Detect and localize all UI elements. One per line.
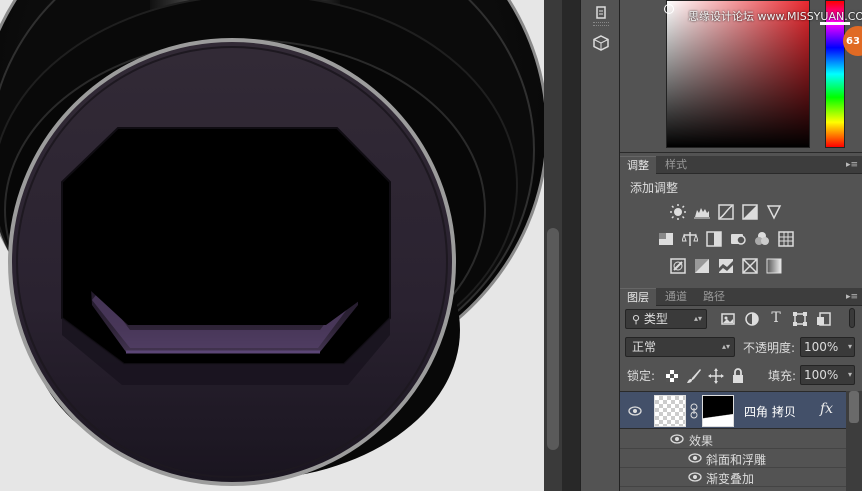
visibility-eye-icon[interactable] <box>628 406 642 416</box>
effects-label: 效果 <box>689 434 714 448</box>
selective-color-icon[interactable] <box>742 258 758 274</box>
layer-name[interactable]: 四角 拷贝 <box>744 403 796 420</box>
chevron-down-icon: ▾ <box>847 342 852 351</box>
invert-icon[interactable] <box>670 258 686 274</box>
curves-icon[interactable] <box>718 204 734 220</box>
tab-layers[interactable]: 图层 <box>620 288 656 306</box>
workspace-divider <box>562 0 580 491</box>
filter-kind-dropdown[interactable]: ⚲ 类型 ▴▾ <box>625 309 707 329</box>
lock-move-icon[interactable] <box>708 368 724 384</box>
lock-label: 锁定: <box>627 369 656 383</box>
panel-menu-icon[interactable]: ▸≡ <box>846 291 858 303</box>
vibrance-icon[interactable] <box>766 204 782 220</box>
opacity-label: 不透明度: <box>743 341 796 355</box>
color-lookup-icon[interactable] <box>778 231 794 247</box>
lock-all-icon[interactable] <box>730 368 746 384</box>
brightness-icon[interactable] <box>670 204 686 220</box>
opacity-field[interactable]: 100% ▾ <box>800 337 855 357</box>
scrollbar-thumb[interactable] <box>547 228 559 450</box>
color-panel: 思缘设计论坛 www.MISSYUAN.COM 63 <box>620 0 862 153</box>
collapsed-panel-strip <box>580 0 620 491</box>
filter-type-icon[interactable]: T <box>768 310 784 326</box>
right-panel-dock: 思缘设计论坛 www.MISSYUAN.COM 63 调整 样式 ▸≡ 添加调整… <box>620 0 862 491</box>
lock-brush-icon[interactable] <box>686 368 702 384</box>
threshold-icon[interactable] <box>718 258 734 274</box>
chevron-down-icon: ▾ <box>847 370 852 379</box>
color-balance-icon[interactable] <box>682 231 698 247</box>
effect-row[interactable]: 渐变叠加 <box>620 468 846 487</box>
filter-pixel-icon[interactable] <box>720 311 736 327</box>
effect-gradient-overlay: 渐变叠加 <box>706 472 755 486</box>
document-canvas[interactable] <box>0 0 544 491</box>
filter-adjustment-icon[interactable] <box>744 311 760 327</box>
tab-styles[interactable]: 样式 <box>658 156 694 174</box>
tab-adjustments[interactable]: 调整 <box>620 156 656 174</box>
filter-shape-icon[interactable] <box>792 311 808 327</box>
filter-kind-value: 类型 <box>643 312 668 326</box>
canvas-vertical-scrollbar[interactable] <box>544 0 562 491</box>
cube-icon <box>593 35 609 51</box>
effects-row[interactable]: 效果 <box>620 430 846 449</box>
visibility-eye-icon[interactable] <box>670 434 684 444</box>
levels-icon[interactable] <box>694 204 710 220</box>
layer-row[interactable]: 四角 拷贝 fx <box>620 391 846 429</box>
chevron-updown-icon: ▴▾ <box>721 342 730 351</box>
photo-filter-icon[interactable] <box>730 231 746 247</box>
effect-bevel-emboss: 斜面和浮雕 <box>706 453 767 467</box>
3d-panel-button[interactable] <box>586 30 616 56</box>
fill-value: 100% <box>804 368 839 382</box>
adjustments-title: 添加调整 <box>630 181 679 195</box>
filter-toggle[interactable] <box>849 308 855 328</box>
black-white-icon[interactable] <box>706 231 722 247</box>
hue-saturation-icon[interactable] <box>658 231 674 247</box>
effect-row[interactable]: 斜面和浮雕 <box>620 449 846 468</box>
watermark-text: 思缘设计论坛 www.MISSYUAN.COM <box>688 10 862 23</box>
badge: 63 <box>843 26 862 56</box>
lens-artwork <box>0 0 544 486</box>
opacity-value: 100% <box>804 340 839 354</box>
strip-grip[interactable] <box>593 22 609 26</box>
tab-channels[interactable]: 通道 <box>658 288 694 306</box>
color-picker-cursor[interactable] <box>664 4 674 14</box>
layer-thumbnail[interactable] <box>654 395 686 427</box>
blend-mode-value: 正常 <box>632 340 657 354</box>
layers-scrollbar[interactable] <box>846 391 862 491</box>
gradient-map-icon[interactable] <box>766 258 782 274</box>
visibility-eye-icon[interactable] <box>688 472 702 482</box>
fill-field[interactable]: 100% ▾ <box>800 365 855 385</box>
channel-mixer-icon[interactable] <box>754 231 770 247</box>
visibility-eye-icon[interactable] <box>688 453 702 463</box>
search-icon: ⚲ <box>632 313 641 326</box>
adjustments-tabbar: 调整 样式 ▸≡ <box>620 156 862 174</box>
chevron-updown-icon: ▴▾ <box>693 314 702 323</box>
link-chain-icon[interactable] <box>689 403 699 419</box>
fx-icon[interactable]: fx <box>820 401 833 417</box>
history-icon <box>596 6 606 19</box>
exposure-icon[interactable] <box>742 204 758 220</box>
filter-smart-object-icon[interactable] <box>816 311 832 327</box>
layers-tabbar: 图层 通道 路径 ▸≡ <box>620 288 862 306</box>
layer-mask-thumbnail[interactable] <box>702 395 734 427</box>
blend-mode-dropdown[interactable]: 正常 ▴▾ <box>625 337 735 357</box>
lock-transparent-icon[interactable] <box>664 368 680 384</box>
scrollbar-thumb[interactable] <box>849 391 859 423</box>
tab-paths[interactable]: 路径 <box>696 288 732 306</box>
panel-menu-icon[interactable]: ▸≡ <box>846 159 858 171</box>
fill-label: 填充: <box>768 369 797 383</box>
posterize-icon[interactable] <box>694 258 710 274</box>
